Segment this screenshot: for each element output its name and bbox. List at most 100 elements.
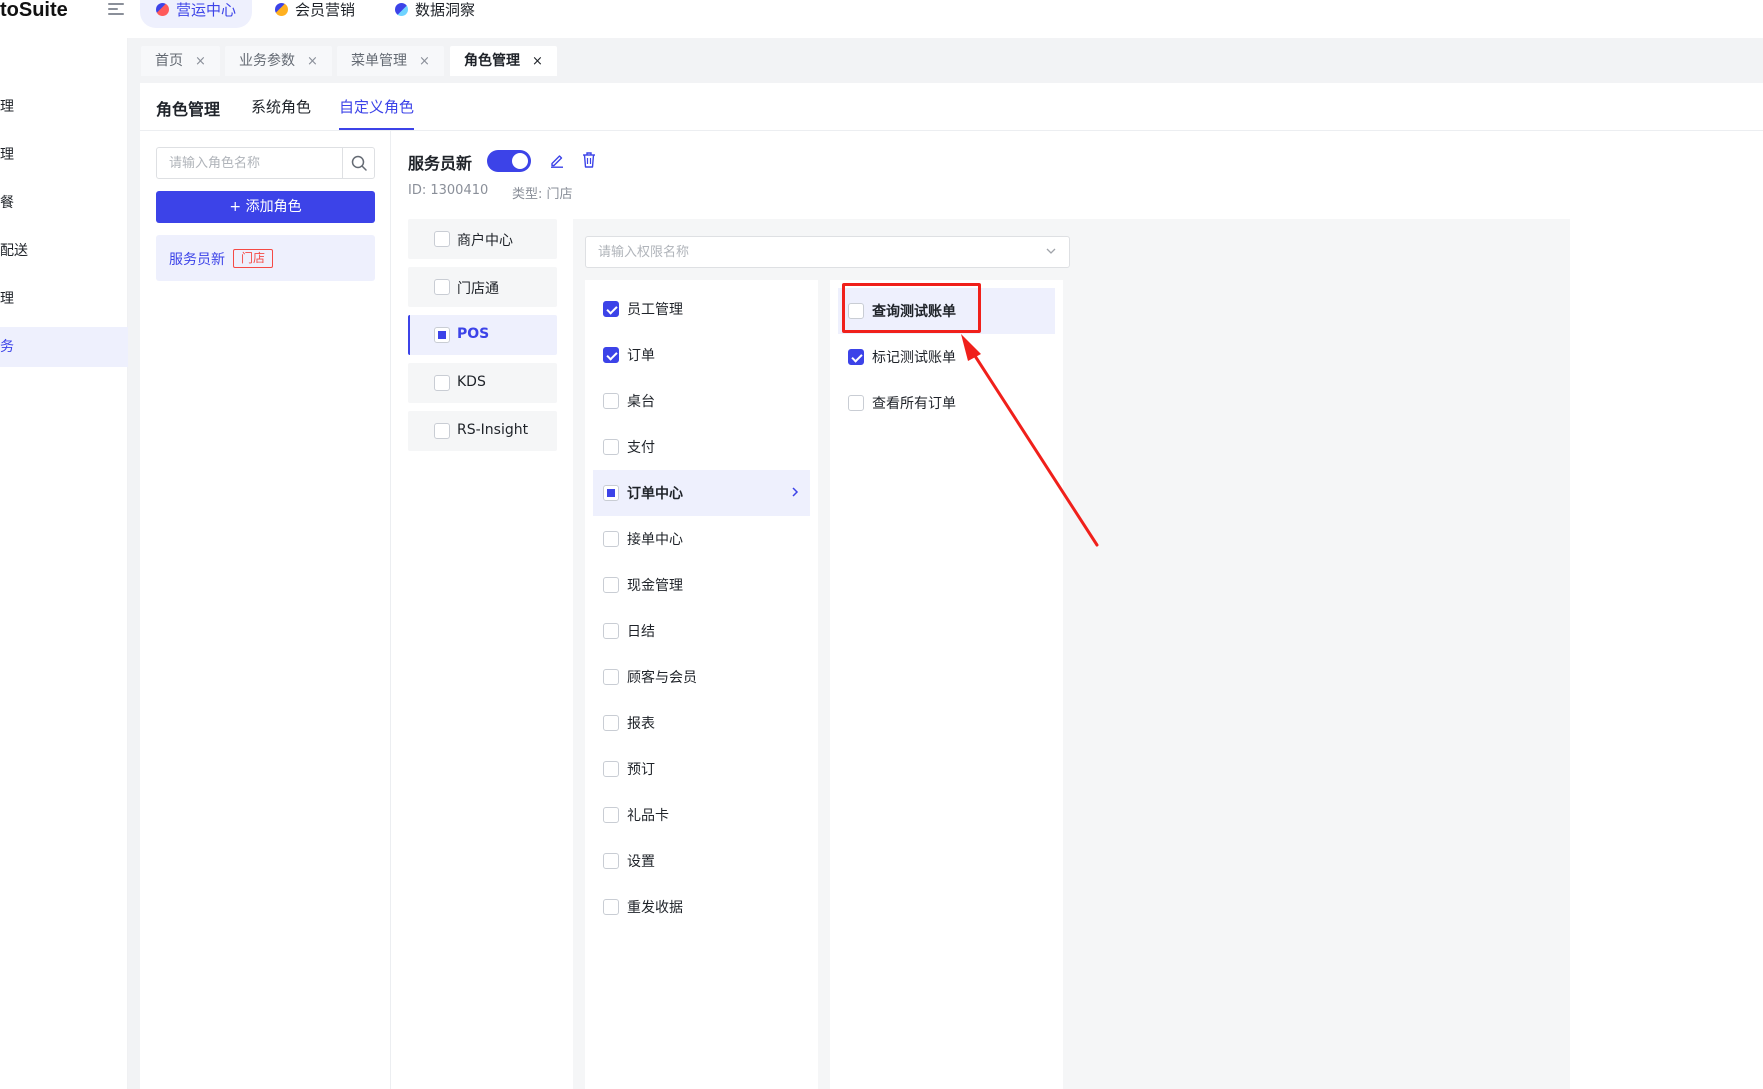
edit-icon[interactable] <box>549 152 565 168</box>
permission-checkbox[interactable] <box>603 393 619 409</box>
search-button[interactable] <box>342 148 374 178</box>
sidebar-item-4[interactable]: 和配送 <box>0 231 128 271</box>
permission-checkbox[interactable] <box>603 853 619 869</box>
nav-tab-operations[interactable]: 营运中心 <box>140 0 253 28</box>
close-icon[interactable]: × <box>307 54 318 69</box>
perm-resend-receipt[interactable]: 重发收据 <box>593 884 810 930</box>
top-bar: toSuite 营运中心 会员营销 数据洞察 <box>0 0 1763 38</box>
insight-app-icon <box>395 3 408 16</box>
perm-settings[interactable]: 设置 <box>593 838 810 884</box>
permission-checkbox[interactable] <box>603 899 619 915</box>
close-icon[interactable]: × <box>195 54 206 69</box>
permission-checkbox[interactable] <box>603 439 619 455</box>
add-role-button[interactable]: + 添加角色 <box>156 191 375 223</box>
page-tab-business-params[interactable]: 业务参数 × <box>225 46 332 76</box>
perm-staff-management[interactable]: 员工管理 <box>593 286 810 332</box>
nav-tab-data-insight[interactable]: 数据洞察 <box>379 0 491 28</box>
perm-customer-member[interactable]: 顾客与会员 <box>593 654 810 700</box>
module-merchant-center[interactable]: 商户中心 <box>408 219 557 259</box>
perm-order[interactable]: 订单 <box>593 332 810 378</box>
module-rs-insight[interactable]: RS-Insight <box>408 411 557 451</box>
permission-label: 日结 <box>627 624 655 640</box>
perm-view-all-orders[interactable]: 查看所有订单 <box>838 380 1055 426</box>
module-checkbox[interactable] <box>434 375 450 391</box>
sidebar: 管理 管理 套餐 和配送 管理 服务 <box>0 38 128 1089</box>
permission-checkbox[interactable] <box>603 301 619 317</box>
perm-gift-card[interactable]: 礼品卡 <box>593 792 810 838</box>
perm-order-center[interactable]: 订单中心 <box>593 470 810 516</box>
perm-daily-close[interactable]: 日结 <box>593 608 810 654</box>
permission-label: 顾客与会员 <box>627 670 697 686</box>
tab-custom-roles[interactable]: 自定义角色 <box>339 96 415 130</box>
role-id: ID: 1300410 <box>408 183 489 198</box>
permission-checkbox[interactable] <box>603 347 619 363</box>
permission-checkbox[interactable] <box>603 807 619 823</box>
chevron-right-icon <box>792 487 799 497</box>
marketing-app-icon <box>275 3 288 16</box>
permission-checkbox[interactable] <box>603 577 619 593</box>
close-icon[interactable]: × <box>532 54 543 69</box>
module-pos[interactable]: POS <box>408 315 557 355</box>
role-detail-title: 服务员新 <box>408 154 473 173</box>
permission-checkbox[interactable] <box>848 395 864 411</box>
module-store-pass[interactable]: 门店通 <box>408 267 557 307</box>
permission-checkbox[interactable] <box>603 531 619 547</box>
tab-system-roles[interactable]: 系统角色 <box>251 96 311 130</box>
module-checkbox[interactable] <box>434 231 450 247</box>
search-icon <box>351 155 367 171</box>
module-kds[interactable]: KDS <box>408 363 557 403</box>
delete-icon[interactable] <box>581 151 597 169</box>
perm-reservation[interactable]: 预订 <box>593 746 810 792</box>
close-icon[interactable]: × <box>419 54 430 69</box>
role-enabled-toggle[interactable] <box>487 150 531 172</box>
permission-label: 重发收据 <box>627 900 683 916</box>
role-item-name: 服务员新 <box>169 252 225 268</box>
role-type-badge: 门店 <box>233 249 274 268</box>
nav-tab-member-marketing[interactable]: 会员营销 <box>259 0 371 28</box>
page-tab-home[interactable]: 首页 × <box>141 46 220 76</box>
chevron-down-icon[interactable] <box>1045 245 1057 257</box>
permission-label: 桌台 <box>627 394 655 410</box>
permission-label: 预订 <box>627 762 655 778</box>
operations-app-icon <box>156 3 169 16</box>
sidebar-item-3[interactable]: 套餐 <box>0 183 128 223</box>
brand-logo: toSuite <box>0 0 68 21</box>
permission-checkbox[interactable] <box>603 623 619 639</box>
page-tab-menu-management[interactable]: 菜单管理 × <box>337 46 444 76</box>
permission-label: 设置 <box>627 854 655 870</box>
page-tab-role-management[interactable]: 角色管理 × <box>450 46 557 76</box>
perm-cash-management[interactable]: 现金管理 <box>593 562 810 608</box>
toggle-knob <box>512 153 528 169</box>
permission-label: 标记测试账单 <box>872 350 956 366</box>
permission-label: 接单中心 <box>627 532 683 548</box>
permission-checkbox[interactable] <box>603 715 619 731</box>
permission-checkbox[interactable] <box>848 349 864 365</box>
permission-search-box <box>585 236 1070 268</box>
perm-report[interactable]: 报表 <box>593 700 810 746</box>
role-search-input[interactable] <box>157 148 343 178</box>
perm-mark-test-bill[interactable]: 标记测试账单 <box>838 334 1055 380</box>
role-list-item[interactable]: 服务员新 门店 <box>156 235 375 281</box>
module-checkbox[interactable] <box>434 327 450 343</box>
sidebar-item-5[interactable]: 管理 <box>0 279 128 319</box>
role-type: 类型: 门店 <box>512 187 573 202</box>
permission-label: 报表 <box>627 716 655 732</box>
module-checkbox[interactable] <box>434 279 450 295</box>
section-title: 角色管理 <box>156 100 221 119</box>
sidebar-item-2[interactable]: 管理 <box>0 135 128 175</box>
sidebar-item-service[interactable]: 服务 <box>0 327 128 367</box>
permission-checkbox[interactable] <box>603 669 619 685</box>
annotation-highlight-box <box>842 283 981 333</box>
trash-icon <box>583 152 595 168</box>
permission-search-input[interactable] <box>586 237 1026 267</box>
permission-label: 订单中心 <box>627 486 683 502</box>
menu-collapse-icon[interactable] <box>108 3 124 17</box>
perm-table[interactable]: 桌台 <box>593 378 810 424</box>
module-checkbox[interactable] <box>434 423 450 439</box>
pencil-icon <box>551 155 563 168</box>
sidebar-item-1[interactable]: 管理 <box>0 87 128 127</box>
permission-checkbox[interactable] <box>603 485 619 501</box>
perm-payment[interactable]: 支付 <box>593 424 810 470</box>
permission-checkbox[interactable] <box>603 761 619 777</box>
perm-order-receiving[interactable]: 接单中心 <box>593 516 810 562</box>
